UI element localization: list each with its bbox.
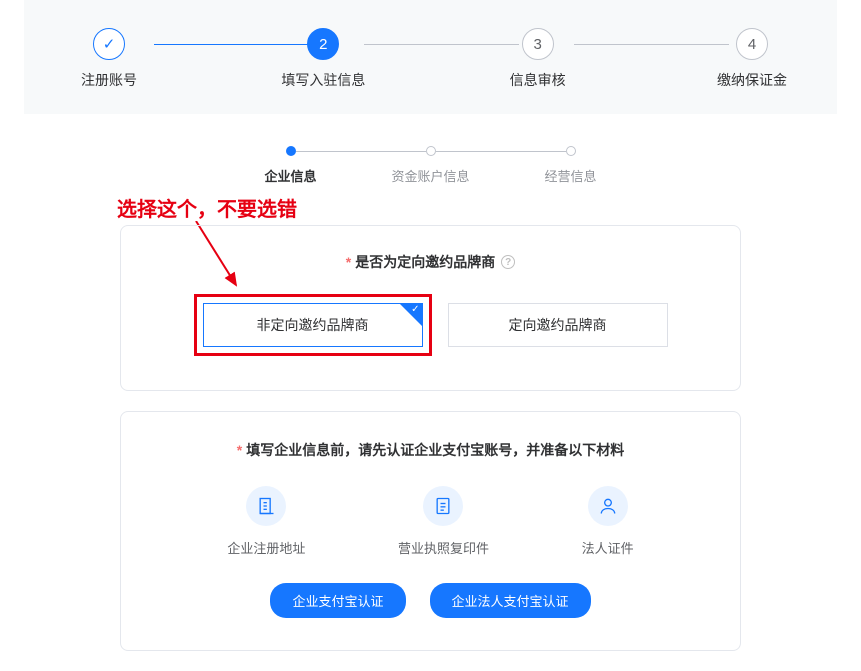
step-deposit: 4 缴纳保证金 xyxy=(707,28,797,90)
info-title: *填写企业信息前，请先认证企业支付宝账号，并准备以下材料 xyxy=(141,440,720,460)
check-icon: ✓ xyxy=(411,304,419,315)
option-targeted[interactable]: 定向邀约品牌商 xyxy=(448,303,668,347)
sub-stepper: 企业信息 资金账户信息 经营信息 xyxy=(0,146,861,185)
info-label: 法人证件 xyxy=(582,538,634,557)
person-icon xyxy=(588,486,628,526)
annotation-highlight: 非定向邀约品牌商 ✓ xyxy=(194,294,432,356)
step-review: 3 信息审核 xyxy=(493,28,583,90)
step-label: 缴纳保证金 xyxy=(717,70,787,90)
step-register: ✓ 注册账号 xyxy=(64,28,154,90)
step-label: 注册账号 xyxy=(81,70,137,90)
info-title-text: 填写企业信息前，请先认证企业支付宝账号，并准备以下材料 xyxy=(246,442,624,458)
annotation-text: 选择这个，不要选错 xyxy=(117,193,297,222)
auth-buttons: 企业支付宝认证 企业法人支付宝认证 xyxy=(141,583,720,618)
sub-step-label: 企业信息 xyxy=(264,166,316,185)
option-non-targeted[interactable]: 非定向邀约品牌商 ✓ xyxy=(203,303,423,347)
option-label: 非定向邀约品牌商 xyxy=(257,315,369,335)
info-item-legal: 法人证件 xyxy=(582,486,634,557)
step-label: 填写入驻信息 xyxy=(281,70,365,90)
required-mark: * xyxy=(237,442,242,458)
step-line xyxy=(574,44,729,45)
info-items: 企业注册地址 营业执照复印件 法人证件 xyxy=(181,486,680,557)
step-number: 2 xyxy=(307,28,339,60)
required-mark: * xyxy=(346,254,351,270)
building-icon xyxy=(246,486,286,526)
step-label: 信息审核 xyxy=(510,70,566,90)
main-stepper: ✓ 注册账号 2 填写入驻信息 3 信息审核 4 缴纳保证金 xyxy=(24,0,837,114)
brand-question-card: *是否为定向邀约品牌商 ? 非定向邀约品牌商 ✓ 定向邀约品牌商 xyxy=(120,225,741,391)
step-number: 3 xyxy=(522,28,554,60)
info-label: 营业执照复印件 xyxy=(398,538,489,557)
brand-options: 非定向邀约品牌商 ✓ 定向邀约品牌商 xyxy=(141,294,720,356)
option-label: 定向邀约品牌商 xyxy=(509,315,607,335)
step-fill-info: 2 填写入驻信息 xyxy=(278,28,368,90)
info-item-license: 营业执照复印件 xyxy=(398,486,489,557)
enterprise-alipay-auth-button[interactable]: 企业支付宝认证 xyxy=(270,583,405,618)
step-number: 4 xyxy=(736,28,768,60)
brand-question: *是否为定向邀约品牌商 ? xyxy=(141,252,720,272)
sub-step-label: 经营信息 xyxy=(544,166,596,185)
sub-step-enterprise[interactable]: 企业信息 xyxy=(221,146,361,185)
sub-step-label: 资金账户信息 xyxy=(391,166,469,185)
info-label: 企业注册地址 xyxy=(227,538,305,557)
check-icon: ✓ xyxy=(93,28,125,60)
sub-step-account[interactable]: 资金账户信息 xyxy=(361,146,501,185)
legal-alipay-auth-button[interactable]: 企业法人支付宝认证 xyxy=(430,583,591,618)
sub-step-business[interactable]: 经营信息 xyxy=(501,146,641,185)
help-icon[interactable]: ? xyxy=(501,255,515,269)
info-card: *填写企业信息前，请先认证企业支付宝账号，并准备以下材料 企业注册地址 营业执照… xyxy=(120,411,741,651)
info-item-address: 企业注册地址 xyxy=(227,486,305,557)
dot-icon xyxy=(426,146,436,156)
question-text: 是否为定向邀约品牌商 xyxy=(355,254,495,270)
dot-icon xyxy=(566,146,576,156)
document-icon xyxy=(423,486,463,526)
dot-icon xyxy=(286,146,296,156)
